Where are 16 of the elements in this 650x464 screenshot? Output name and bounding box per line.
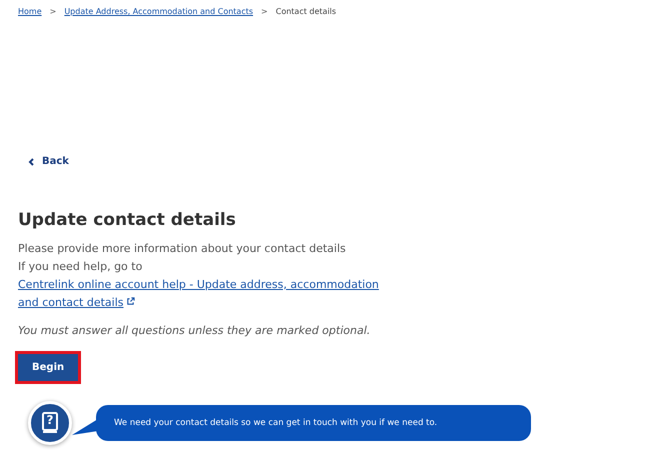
begin-button[interactable]: Begin: [18, 354, 78, 380]
page-heading: Update contact details: [18, 210, 237, 230]
chevron-left-icon: [28, 158, 34, 166]
instructions-text: You must answer all questions unless they are marked optional.: [18, 324, 372, 336]
breadcrumb-separator: >: [50, 6, 56, 16]
helper-message: We need your contact details so we can get in touch with you if we need to.: [114, 418, 438, 428]
back-link[interactable]: Back: [28, 156, 69, 167]
help-text: If you need help, go to: [18, 260, 142, 272]
external-link-icon: [126, 296, 134, 306]
help-link[interactable]: and contact details: [18, 296, 124, 308]
help-link[interactable]: Centrelink online account help - Update address, accommodation: [18, 278, 379, 290]
intro-text: Please provide more information about your contact details: [18, 242, 346, 254]
breadcrumb-current: Contact details: [276, 6, 336, 16]
breadcrumb-separator: >: [261, 6, 268, 16]
breadcrumb-link[interactable]: Update Address, Accommodation and Contacts: [64, 6, 254, 16]
breadcrumb-link[interactable]: Home: [18, 6, 42, 16]
